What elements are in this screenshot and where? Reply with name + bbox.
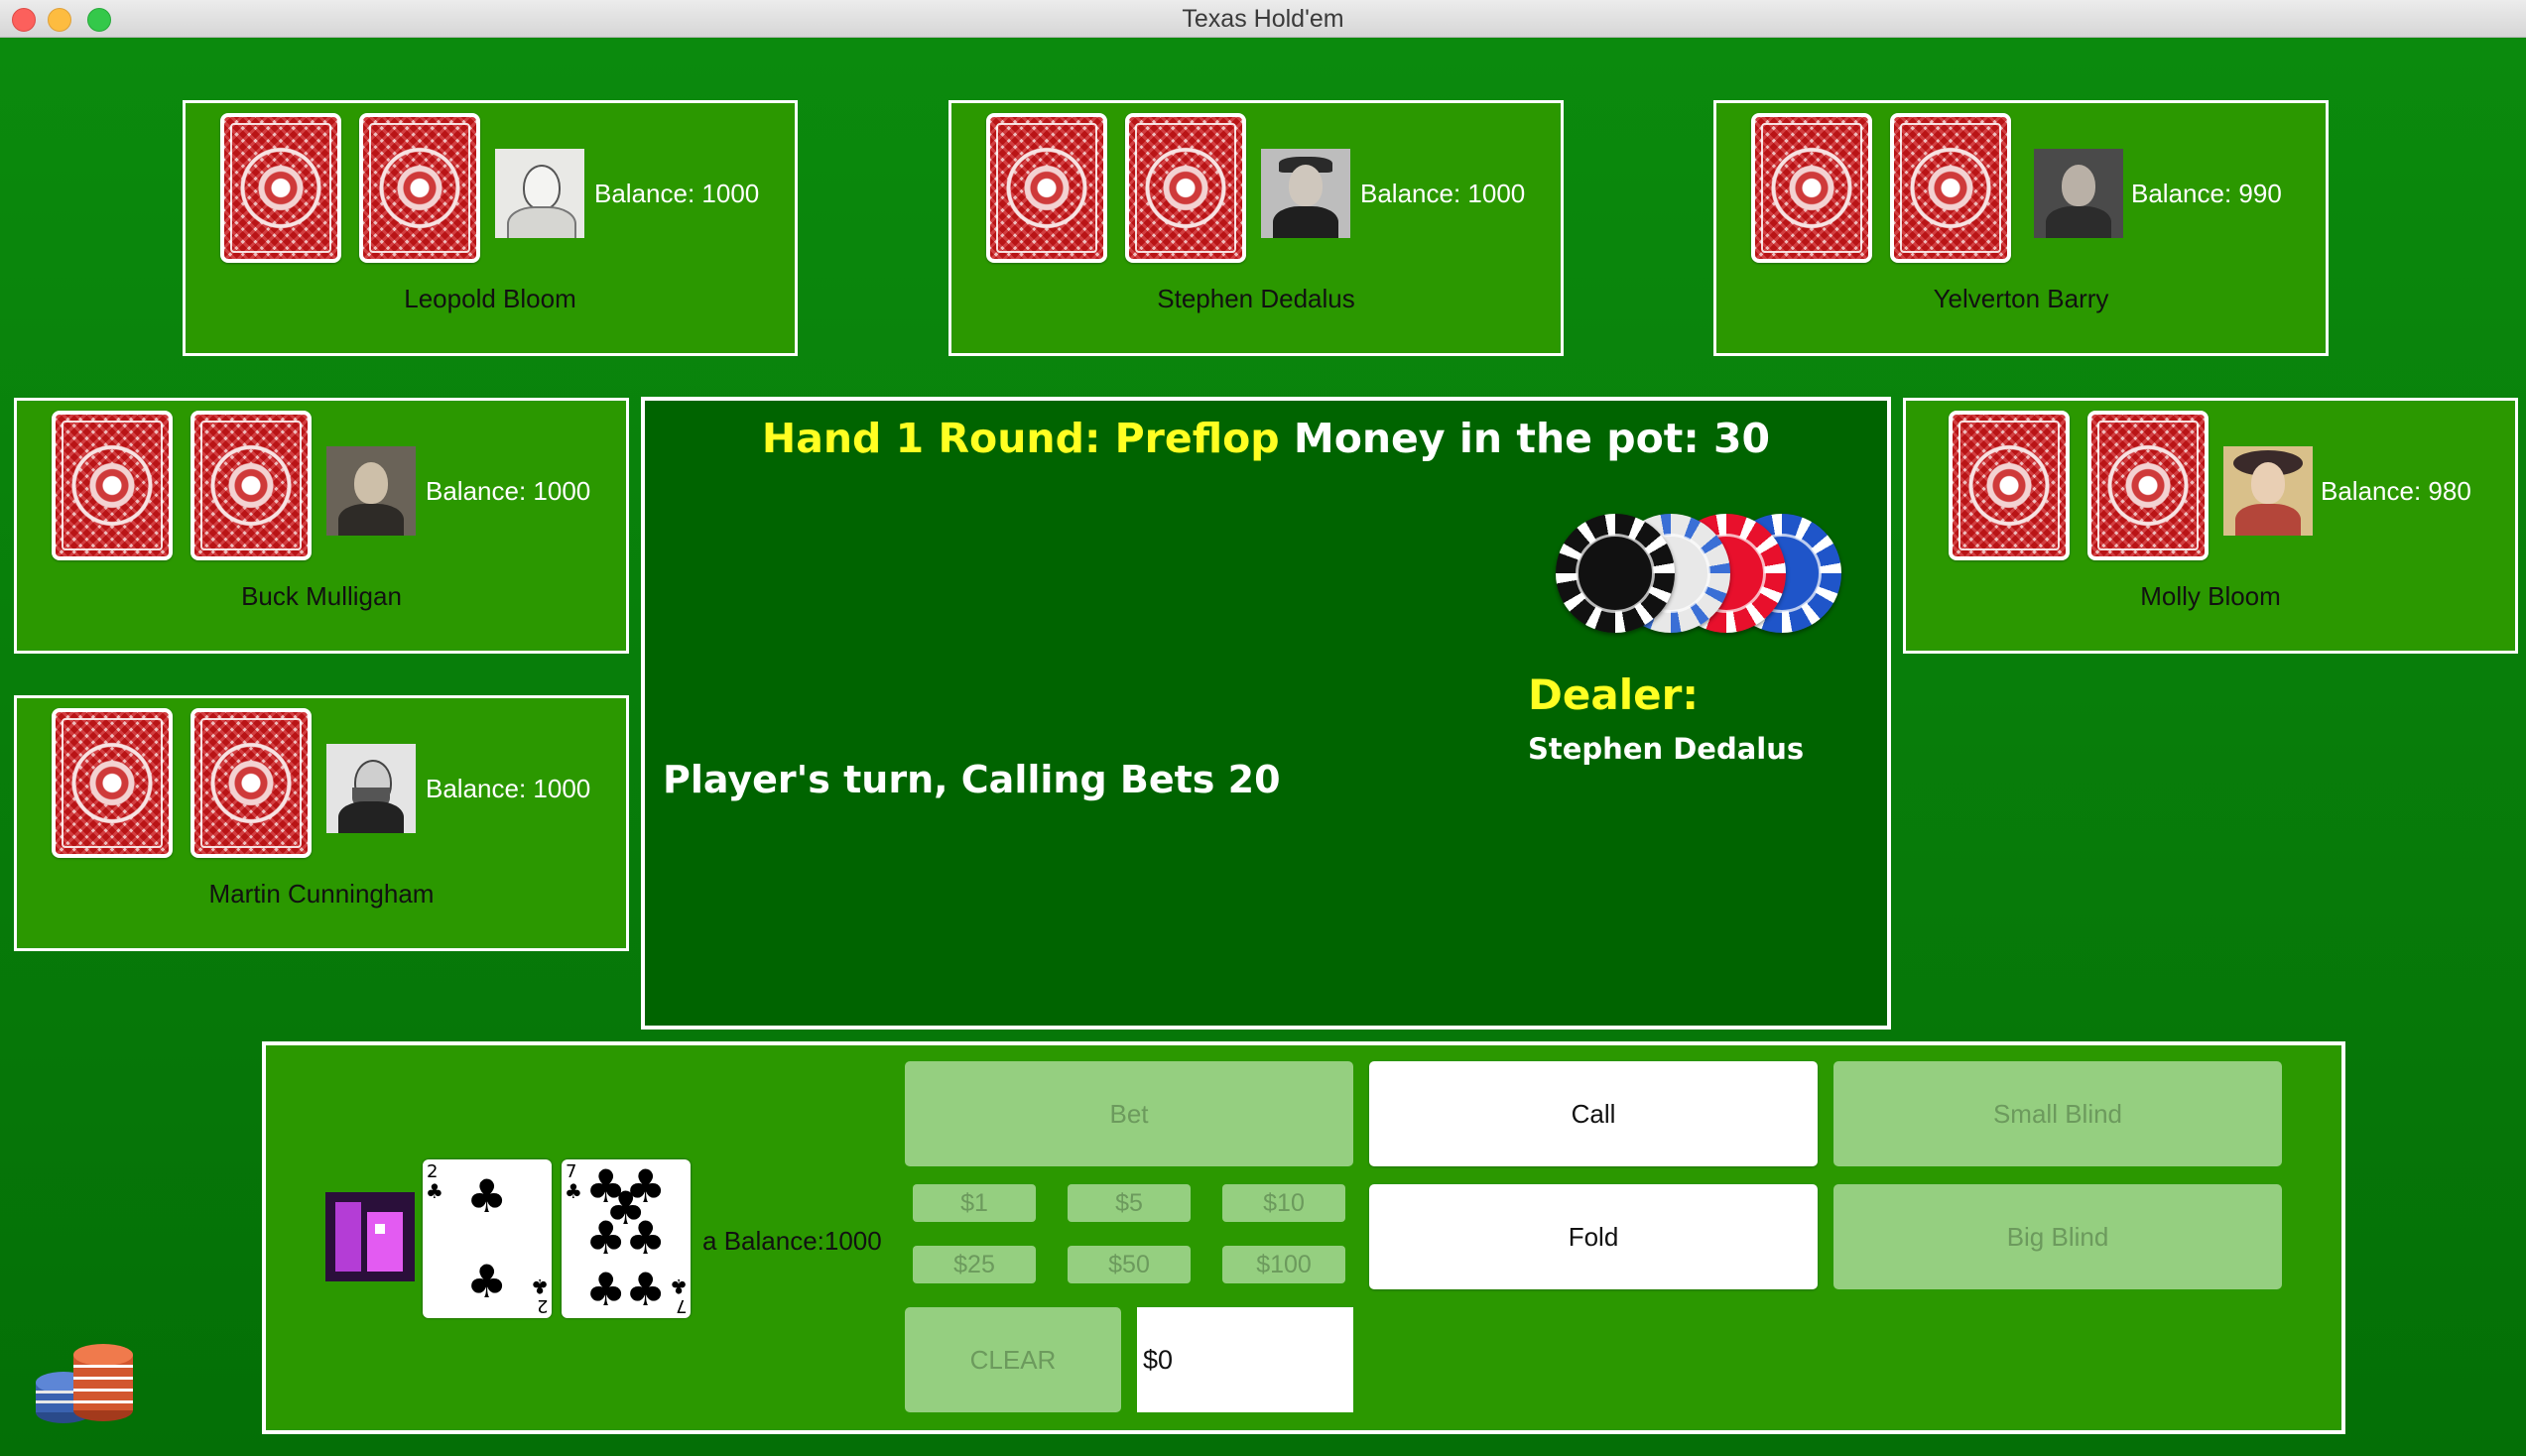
card-back bbox=[220, 113, 341, 263]
card-back bbox=[52, 411, 173, 560]
chip-1-button[interactable]: $1 bbox=[913, 1184, 1036, 1222]
user-name: a bbox=[702, 1226, 717, 1256]
chip-10-button[interactable]: $10 bbox=[1222, 1184, 1345, 1222]
small-blind-button[interactable]: Small Blind bbox=[1833, 1061, 2282, 1166]
club-icon: ♣ bbox=[585, 1263, 627, 1316]
woman-portrait-avatar bbox=[2034, 149, 2123, 238]
woman-with-hat-portrait-avatar bbox=[2223, 446, 2313, 536]
dealer-label: Dealer: bbox=[1528, 670, 1700, 719]
opponent-name: Leopold Bloom bbox=[404, 284, 576, 313]
card-back bbox=[190, 708, 312, 858]
opponent-balance: Balance: 1000 bbox=[1360, 179, 1526, 208]
card-back bbox=[359, 113, 480, 263]
man-with-hat-portrait-avatar bbox=[1261, 149, 1350, 238]
clear-button[interactable]: CLEAR bbox=[905, 1307, 1121, 1412]
opponent-balance: Balance: 1000 bbox=[594, 179, 760, 208]
poker-chips-icon bbox=[36, 1344, 133, 1423]
club-icon: ♣ bbox=[670, 1274, 688, 1298]
big-blind-button[interactable]: Big Blind bbox=[1833, 1184, 2282, 1289]
club-icon: ♣ bbox=[585, 1211, 627, 1265]
opponent-name: Buck Mulligan bbox=[241, 581, 402, 611]
card-rank: 7 bbox=[675, 1295, 687, 1316]
opponent-name: Stephen Dedalus bbox=[1157, 284, 1355, 313]
turn-status: Player's turn, Calling Bets 20 bbox=[663, 758, 1281, 801]
card-back bbox=[1890, 113, 2011, 263]
fold-button[interactable]: Fold bbox=[1369, 1184, 1818, 1289]
user-avatar bbox=[325, 1192, 415, 1281]
black-chip bbox=[1556, 514, 1675, 633]
opponent-balance: Balance: 990 bbox=[2131, 179, 2282, 208]
opponent-balance: Balance: 1000 bbox=[426, 476, 591, 506]
bet-amount-field[interactable]: $0 bbox=[1137, 1307, 1353, 1412]
window-title: Texas Hold'em bbox=[1182, 5, 1344, 33]
pot-amount-label: Money in the pot: 30 bbox=[1293, 415, 1771, 462]
club-icon: ♣ bbox=[625, 1263, 667, 1316]
opponent-name: Yelverton Barry bbox=[1933, 284, 2109, 313]
chip-25-button[interactable]: $25 bbox=[913, 1246, 1036, 1283]
card-back bbox=[986, 113, 1107, 263]
opponent-balance: Balance: 1000 bbox=[426, 774, 591, 803]
game-info-panel: Hand 1 Round: Preflop Money in the pot: … bbox=[641, 397, 1891, 1030]
sketch-portrait-avatar bbox=[495, 149, 584, 238]
bearded-man-portrait-avatar bbox=[326, 744, 416, 833]
call-button[interactable]: Call bbox=[1369, 1061, 1818, 1166]
opponent-panel-martin-cunningham: Balance: 1000 Martin Cunningham bbox=[14, 695, 629, 951]
opponent-panel-yelverton-barry: Balance: 990 Yelverton Barry bbox=[1713, 100, 2329, 356]
window-titlebar: Texas Hold'em bbox=[0, 0, 2526, 38]
card-back bbox=[2087, 411, 2209, 560]
opponent-balance: Balance: 980 bbox=[2321, 476, 2471, 506]
user-card-2: 7 ♣ ♣ ♣ ♣ ♣ ♣ ♣ ♣ 7 ♣ bbox=[562, 1159, 691, 1318]
opponent-panel-buck-mulligan: Balance: 1000 Buck Mulligan bbox=[14, 398, 629, 654]
card-back bbox=[52, 708, 173, 858]
card-back bbox=[1949, 411, 2070, 560]
opponent-panel-stephen-dedalus: Balance: 1000 Stephen Dedalus bbox=[948, 100, 1564, 356]
club-icon: ♣ bbox=[531, 1274, 549, 1298]
chip-50-button[interactable]: $50 bbox=[1068, 1246, 1191, 1283]
round-and-pot-line: Hand 1 Round: Preflop Money in the pot: … bbox=[645, 415, 1887, 462]
user-panel: 2 ♣ ♣ ♣ 2 ♣ 7 ♣ ♣ ♣ ♣ ♣ ♣ ♣ ♣ 7 ♣ a Bala… bbox=[262, 1041, 2345, 1434]
user-balance-line: a Balance:1000 bbox=[702, 1226, 882, 1257]
card-back bbox=[1125, 113, 1246, 263]
chip-5-button[interactable]: $5 bbox=[1068, 1184, 1191, 1222]
card-back bbox=[190, 411, 312, 560]
opponent-panel-leopold-bloom: Balance: 1000 Leopold Bloom bbox=[183, 100, 798, 356]
club-icon: ♣ bbox=[565, 1179, 582, 1203]
dealer-name: Stephen Dedalus bbox=[1528, 732, 1805, 766]
opponent-name: Molly Bloom bbox=[2140, 581, 2281, 611]
club-icon: ♣ bbox=[466, 1255, 508, 1308]
chip-100-button[interactable]: $100 bbox=[1222, 1246, 1345, 1283]
poker-table: Balance: 1000 Leopold Bloom Balance: 100… bbox=[0, 38, 2526, 1456]
club-icon: ♣ bbox=[625, 1211, 667, 1265]
bet-button[interactable]: Bet bbox=[905, 1061, 1353, 1166]
user-card-1: 2 ♣ ♣ ♣ 2 ♣ bbox=[423, 1159, 552, 1318]
user-balance: Balance:1000 bbox=[723, 1226, 882, 1256]
chip-stack-icon bbox=[1548, 510, 1845, 639]
hand-round-label: Hand 1 Round: Preflop bbox=[761, 415, 1280, 462]
man-portrait-avatar bbox=[326, 446, 416, 536]
club-icon: ♣ bbox=[426, 1179, 443, 1203]
club-icon: ♣ bbox=[466, 1169, 508, 1223]
card-rank: 2 bbox=[536, 1295, 548, 1316]
card-back bbox=[1751, 113, 1872, 263]
opponent-name: Martin Cunningham bbox=[208, 879, 435, 909]
opponent-panel-molly-bloom: Balance: 980 Molly Bloom bbox=[1903, 398, 2518, 654]
